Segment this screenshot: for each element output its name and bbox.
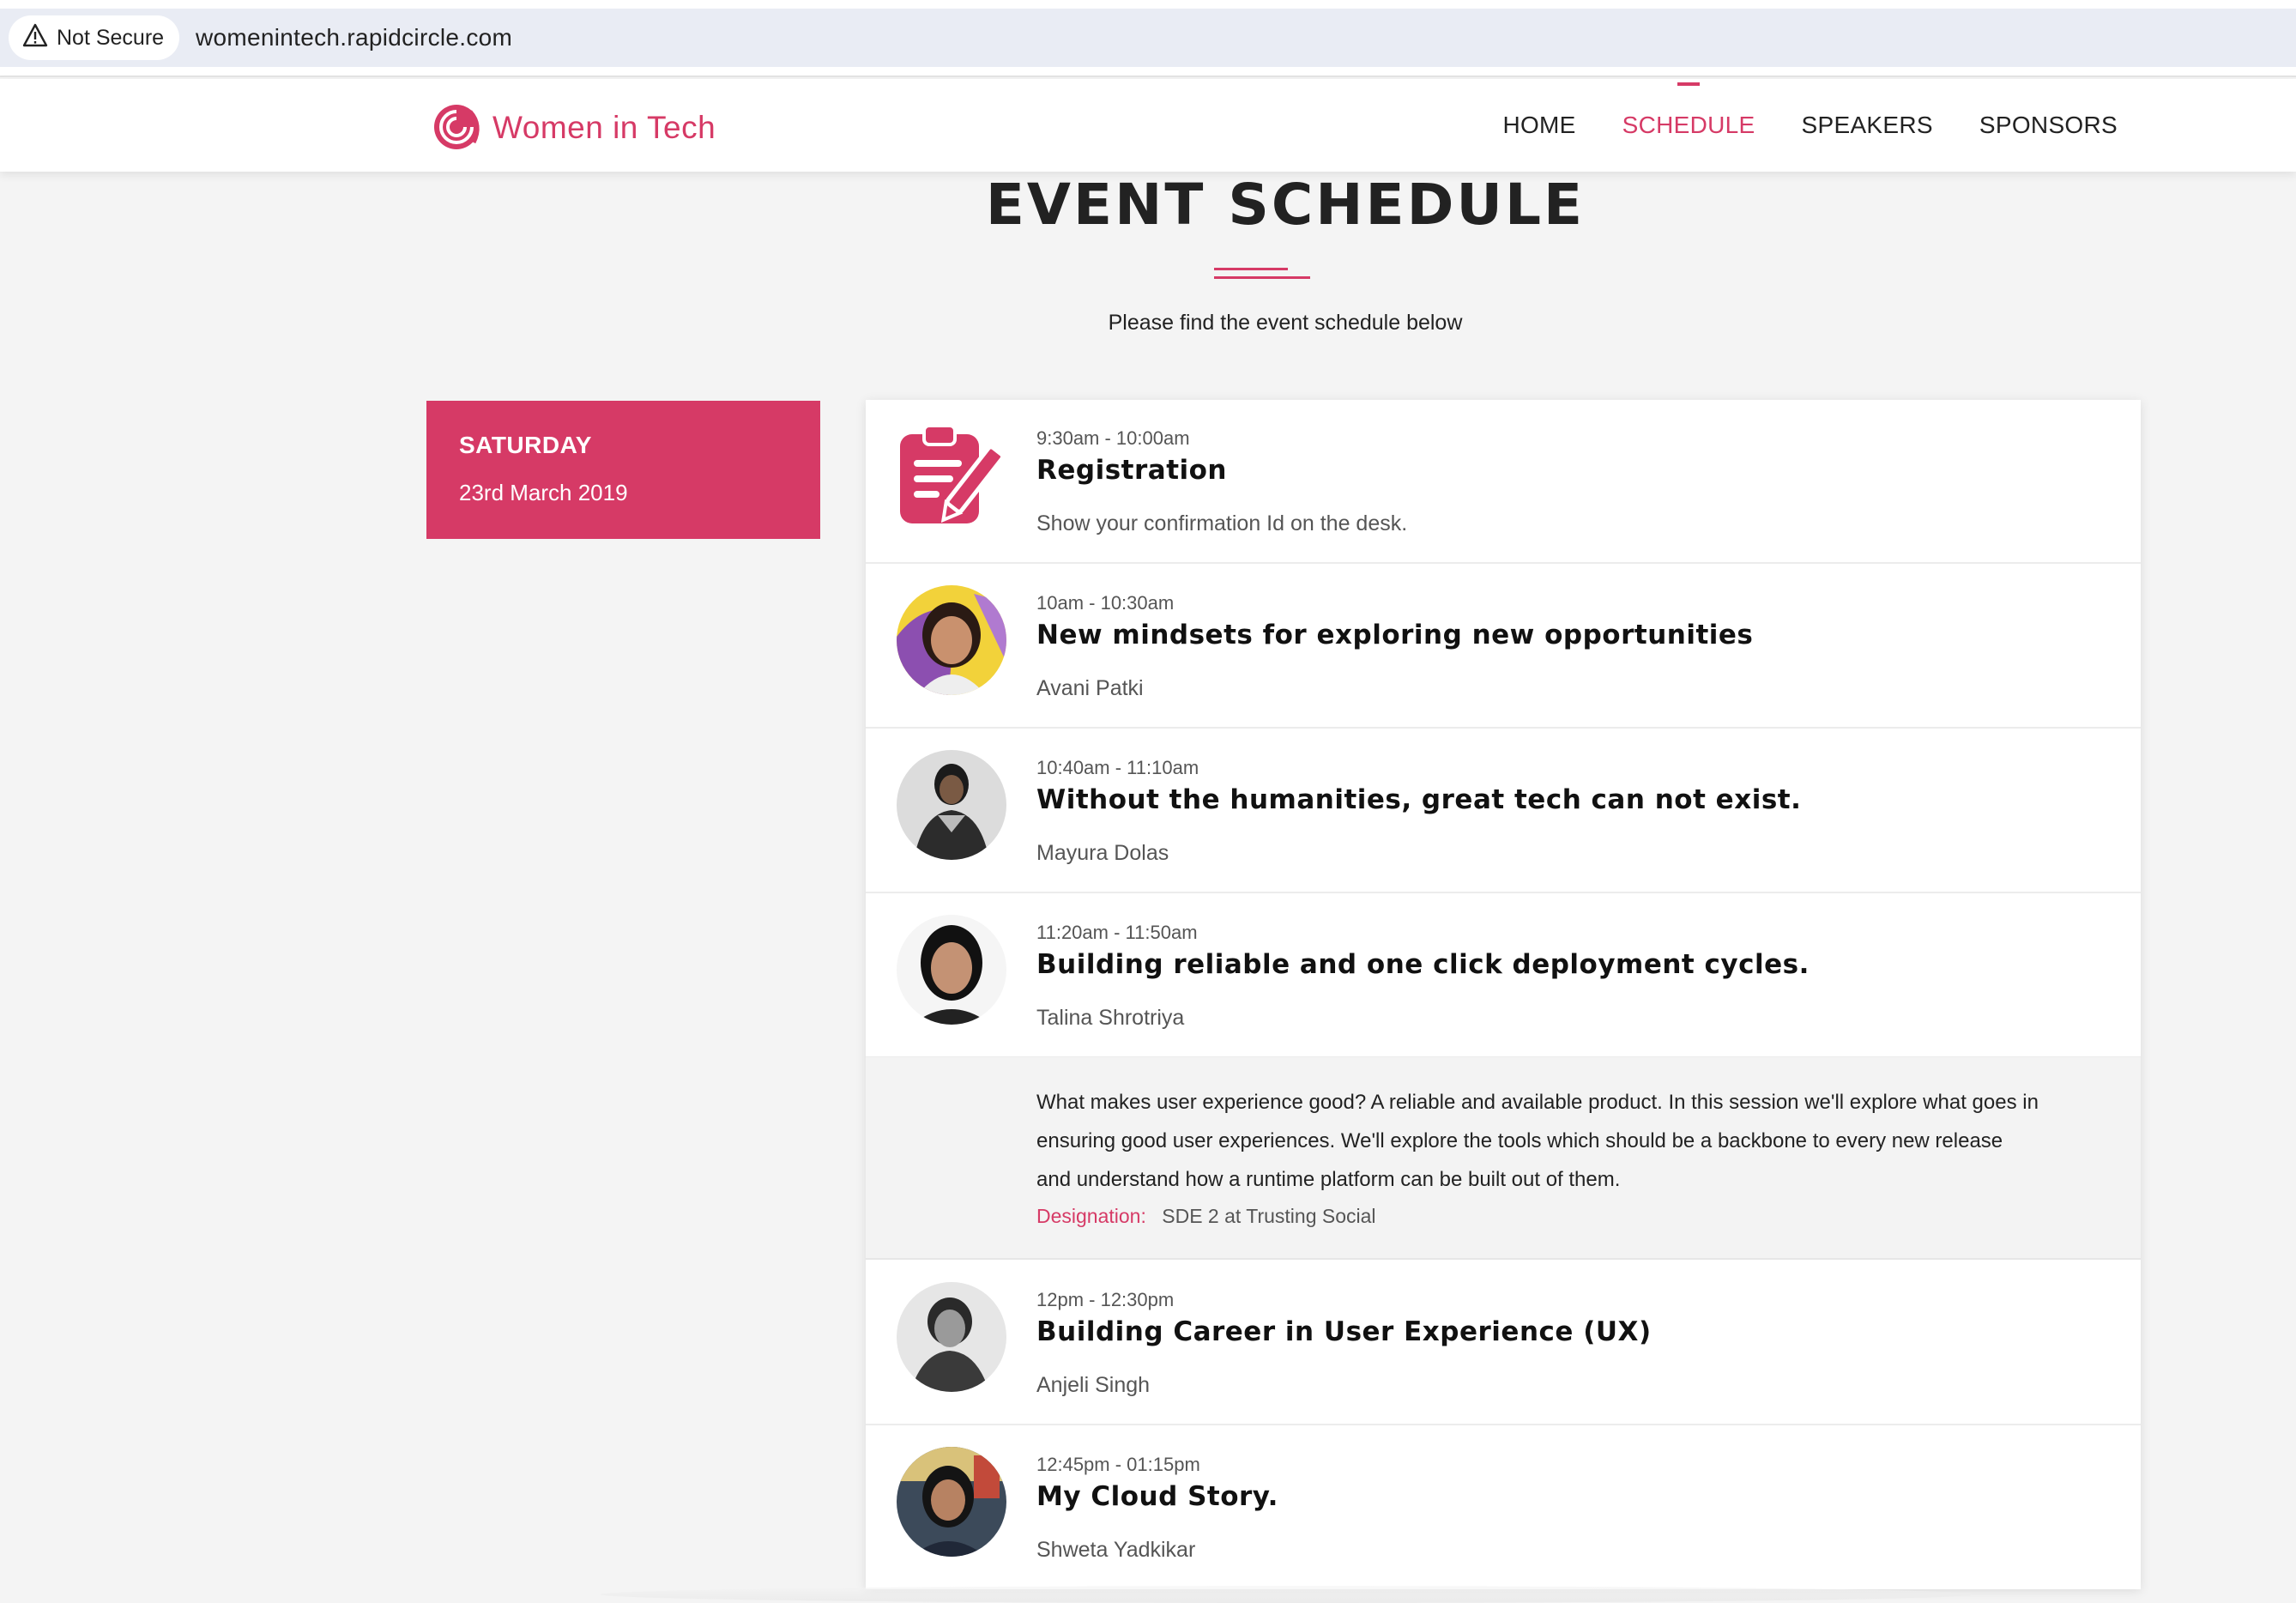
speaker-name: Avani Patki: [1036, 676, 1144, 700]
speaker-avatar: [897, 1447, 1006, 1557]
page-subtitle: Please find the event schedule below: [1108, 311, 1463, 335]
day-name: SATURDAY: [459, 432, 592, 458]
clipboard-pen-icon: [895, 419, 1005, 529]
speaker-designation: Designation: SDE 2 at Trusting Social: [1036, 1205, 1376, 1228]
schedule-item[interactable]: 9:30am - 10:00am Registration Show your …: [866, 400, 2141, 564]
page-title: EVENT SCHEDULE: [985, 172, 1586, 238]
site-header: Women in Tech HOME SCHEDULE SPEAKERS SPO…: [0, 79, 2296, 172]
warning-icon: [22, 23, 48, 53]
speaker-avatar: [897, 1282, 1006, 1392]
schedule-item[interactable]: 10:40am - 11:10am Without the humanities…: [866, 729, 2141, 893]
designation-label: Designation:: [1036, 1205, 1146, 1227]
speaker-avatar: [897, 585, 1006, 695]
session-time: 9:30am - 10:00am: [1036, 427, 1190, 449]
nav-schedule[interactable]: SCHEDULE: [1622, 82, 1755, 139]
session-title: Building reliable and one click deployme…: [1036, 949, 1810, 980]
session-title: Registration: [1036, 455, 1228, 486]
session-time: 10:40am - 11:10am: [1036, 757, 1199, 778]
day-tab[interactable]: SATURDAY 23rd March 2019: [426, 401, 820, 539]
session-note: Show your confirmation Id on the desk.: [1036, 511, 1408, 535]
main-nav: HOME SCHEDULE SPEAKERS SPONSORS: [1502, 79, 2118, 172]
speaker-name: Mayura Dolas: [1036, 841, 1169, 865]
session-title: New mindsets for exploring new opportuni…: [1036, 620, 1754, 650]
speaker-avatar: [897, 915, 1006, 1025]
session-time: 12pm - 12:30pm: [1036, 1289, 1175, 1310]
bottom-shadow: [601, 1586, 1973, 1603]
url-field[interactable]: Not Secure womenintech.rapidcircle.com: [0, 9, 2296, 67]
nav-home[interactable]: HOME: [1502, 112, 1575, 139]
session-title: My Cloud Story.: [1036, 1481, 1278, 1512]
site-logo[interactable]: Women in Tech: [431, 100, 716, 155]
browser-address-bar: Not Secure womenintech.rapidcircle.com: [0, 0, 2296, 77]
speaker-name: Shweta Yadkikar: [1036, 1538, 1196, 1562]
speaker-name: Anjeli Singh: [1036, 1373, 1151, 1397]
title-underline: [1214, 276, 1310, 279]
schedule-item[interactable]: 11:20am - 11:50am Building reliable and …: [866, 894, 2141, 1058]
speaker-avatar: [897, 750, 1006, 860]
speaker-name: Talina Shrotriya: [1036, 1006, 1185, 1030]
session-time: 10am - 10:30am: [1036, 592, 1175, 614]
session-time: 12:45pm - 01:15pm: [1036, 1454, 1200, 1475]
session-title: Without the humanities, great tech can n…: [1036, 784, 1802, 815]
schedule-list: 9:30am - 10:00am Registration Show your …: [866, 400, 2141, 1589]
url-text[interactable]: womenintech.rapidcircle.com: [196, 9, 512, 67]
session-description: What makes user experience good? A relia…: [1036, 1091, 2039, 1191]
schedule-item[interactable]: 10am - 10:30am New mindsets for explorin…: [866, 565, 2141, 729]
security-label: Not Secure: [57, 25, 165, 50]
security-indicator[interactable]: Not Secure: [9, 15, 180, 60]
day-date: 23rd March 2019: [459, 480, 628, 505]
title-underline: [1214, 268, 1288, 270]
designation-value: SDE 2 at Trusting Social: [1162, 1205, 1376, 1227]
nav-sponsors[interactable]: SPONSORS: [1979, 112, 2118, 139]
schedule-item[interactable]: 12:45pm - 01:15pm My Cloud Story. Shweta…: [866, 1426, 2141, 1590]
schedule-item[interactable]: 12pm - 12:30pm Building Career in User E…: [866, 1261, 2141, 1425]
logo-text: Women in Tech: [492, 109, 716, 145]
session-title: Building Career in User Experience (UX): [1036, 1316, 1652, 1347]
session-details: What makes user experience good? A relia…: [866, 1057, 2141, 1260]
session-time: 11:20am - 11:50am: [1036, 922, 1198, 943]
nav-speakers[interactable]: SPEAKERS: [1802, 112, 1933, 139]
logo-icon: [431, 100, 487, 155]
